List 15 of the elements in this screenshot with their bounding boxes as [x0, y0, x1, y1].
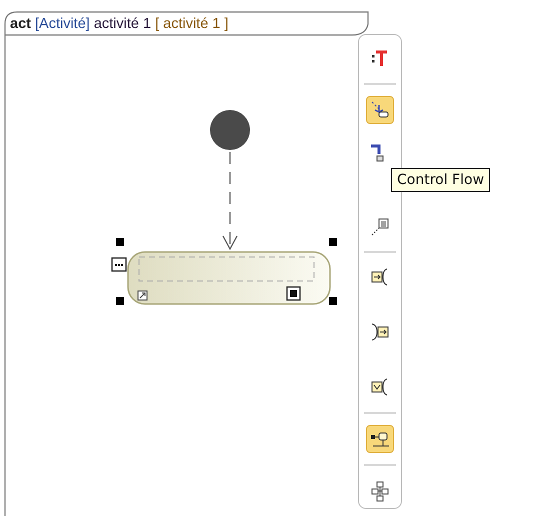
selection-handle[interactable]: [116, 297, 124, 305]
resize-icon[interactable]: [286, 286, 301, 301]
structure-icon: [369, 480, 391, 502]
action-node[interactable]: [127, 251, 331, 305]
tooltip: Control Flow: [391, 168, 490, 192]
selection-handle[interactable]: [329, 238, 337, 246]
diagram-frame-title: act [Activité] activité 1 [ activité 1 ]: [10, 16, 228, 32]
selection-handle[interactable]: [116, 238, 124, 246]
link-icon[interactable]: [138, 290, 148, 300]
control-flow-tool-button[interactable]: [366, 96, 394, 124]
initial-node: [210, 110, 250, 150]
output-pin-icon: [369, 321, 391, 344]
more-icon[interactable]: [111, 257, 127, 272]
selection-handle[interactable]: [329, 297, 337, 305]
diagram-tool-button[interactable]: [366, 425, 394, 454]
